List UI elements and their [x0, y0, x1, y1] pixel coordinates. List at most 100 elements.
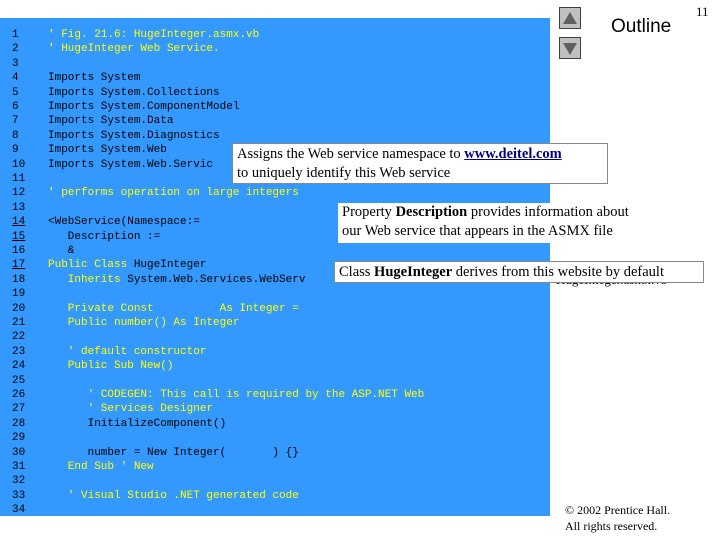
previous-slide-button[interactable]: [559, 7, 581, 29]
code-line: 8 Imports System.Diagnostics: [0, 129, 550, 143]
code-text: ' performs operation on large integers: [48, 187, 299, 200]
line-number: 26: [12, 389, 26, 401]
line-number: 16: [12, 245, 26, 257]
namespace-callout: Assigns the Web service namespace to www…: [232, 143, 608, 184]
code-line: 3: [0, 57, 550, 71]
line-number: 31: [12, 461, 26, 473]
code-line: 28 InitializeComponent(): [0, 417, 550, 431]
line-number: 33: [12, 489, 26, 502]
line-number: 8: [12, 129, 19, 142]
code-line: 29: [0, 431, 550, 445]
code-text: Imports System.ComponentModel: [48, 101, 240, 113]
code-text: End Sub ' New: [48, 461, 154, 473]
line-number: 12: [12, 187, 26, 200]
line-number: 13: [12, 201, 26, 214]
namespace-callout-line2: to uniquely identify this Web service: [237, 165, 451, 181]
line-number: 22: [12, 331, 26, 344]
inherits-callout: Class HugeInteger derives from this webs…: [334, 261, 704, 283]
line-number: 1: [12, 29, 19, 41]
line-number: 10: [12, 158, 26, 171]
code-text: Imports System.Collections: [48, 86, 220, 99]
code-rest: number = New Integer( ) {}: [48, 446, 299, 459]
line-number: 5: [12, 86, 19, 99]
code-text: Imports System.Web: [48, 144, 167, 157]
line-number: 9: [12, 144, 19, 157]
code-line: 21 Public number() As Integer: [0, 316, 550, 330]
code-line: 5 Imports System.Collections: [0, 86, 550, 100]
description-callout-post: provides information about: [467, 204, 629, 220]
code-text: Public number() As Integer: [48, 317, 240, 329]
code-line: 19: [0, 287, 550, 301]
line-number: 6: [12, 101, 19, 113]
inherits-callout-post: derives from this website by default: [452, 264, 664, 280]
code-rest: System.Web.Services.WebServ: [120, 273, 306, 286]
line-number: 11: [12, 173, 26, 185]
code-text: Inherits System.Web.Services.WebServ: [48, 273, 306, 287]
code-text: &: [48, 245, 75, 257]
code-line: 27 ' Services Designer: [0, 402, 550, 416]
code-text: InitializeComponent(): [48, 417, 227, 430]
line-number: 32: [12, 475, 26, 488]
triangle-up-icon: [563, 12, 577, 24]
code-text: Imports System.Data: [48, 115, 174, 128]
code-line: 30 number = New Integer( ) {}: [0, 446, 550, 460]
copyright: © 2002 Prentice Hall. All rights reserve…: [565, 502, 670, 534]
line-number: 20: [12, 302, 26, 315]
triangle-down-icon: [563, 43, 577, 55]
code-text: ' default constructor: [48, 345, 207, 358]
copyright-line-1: © 2002 Prentice Hall.: [565, 503, 671, 517]
code-text: ' Services Designer: [48, 403, 214, 416]
line-number: 15: [12, 230, 26, 243]
description-callout: Property Description provides informatio…: [338, 203, 672, 243]
code-line: 31 End Sub ' New: [0, 460, 550, 474]
description-callout-bold: Description: [395, 204, 468, 220]
line-number: 14: [12, 216, 26, 229]
code-text: Public Class HugeInteger: [48, 258, 206, 272]
code-line: 16 &: [0, 244, 550, 258]
line-number: 30: [12, 446, 26, 459]
line-number: 21: [12, 317, 26, 329]
line-number: 7: [12, 115, 19, 128]
code-text: ' HugeInteger Web Service.: [48, 43, 220, 56]
line-number: 27: [12, 403, 26, 416]
outline-label: Outline: [611, 16, 672, 37]
code-line: 1 ' Fig. 21.6: HugeInteger.asmx.vb: [0, 28, 550, 42]
copyright-line-2: All rights reserved.: [565, 519, 658, 533]
line-number: 17: [12, 259, 26, 272]
code-line: 23 ' default constructor: [0, 345, 550, 359]
code-text: number = New Integer( ) {}: [48, 446, 299, 460]
line-number: 2: [12, 43, 19, 56]
line-number: 24: [12, 360, 26, 373]
line-number: 19: [12, 288, 26, 301]
code-line: 25: [0, 374, 550, 388]
line-number: 18: [12, 273, 26, 286]
description-callout-line2: our Web service that appears in the ASMX…: [342, 223, 613, 239]
line-number: 3: [12, 57, 19, 70]
code-keyword: Inherits: [48, 273, 121, 286]
code-line: 4 Imports System: [0, 71, 550, 85]
code-text: ' CODEGEN: This call is required by the …: [48, 389, 425, 401]
code-line: 6 Imports System.ComponentModel: [0, 100, 550, 114]
line-number: 23: [12, 345, 26, 358]
line-number: 34: [12, 504, 26, 517]
code-line: 32: [0, 474, 550, 488]
line-number: 28: [12, 417, 26, 430]
code-line: 12 ' performs operation on large integers: [0, 186, 550, 200]
namespace-link[interactable]: www.deitel.com: [464, 146, 561, 162]
next-slide-button[interactable]: [559, 37, 581, 59]
code-line: 24 Public Sub New(): [0, 359, 550, 373]
code-text: Description :=: [48, 230, 161, 243]
line-number: 4: [12, 72, 19, 85]
line-number: 25: [12, 374, 26, 387]
page-number: 11: [696, 4, 709, 19]
code-text: Imports System.Diagnostics: [48, 129, 220, 142]
code-text: Private Const As Integer =: [48, 302, 299, 315]
code-line: 20 Private Const As Integer =: [0, 302, 550, 316]
code-text: <WebService(Namespace:=: [48, 216, 200, 229]
code-text: Imports System.Web.Servic: [48, 158, 214, 171]
code-text: Public Sub New(): [48, 360, 174, 373]
inherits-callout-bold: HugeInteger: [374, 264, 453, 280]
code-line: 33 ' Visual Studio .NET generated code: [0, 489, 550, 503]
inherits-callout-pre: Class: [339, 264, 375, 280]
code-line: 22: [0, 330, 550, 344]
